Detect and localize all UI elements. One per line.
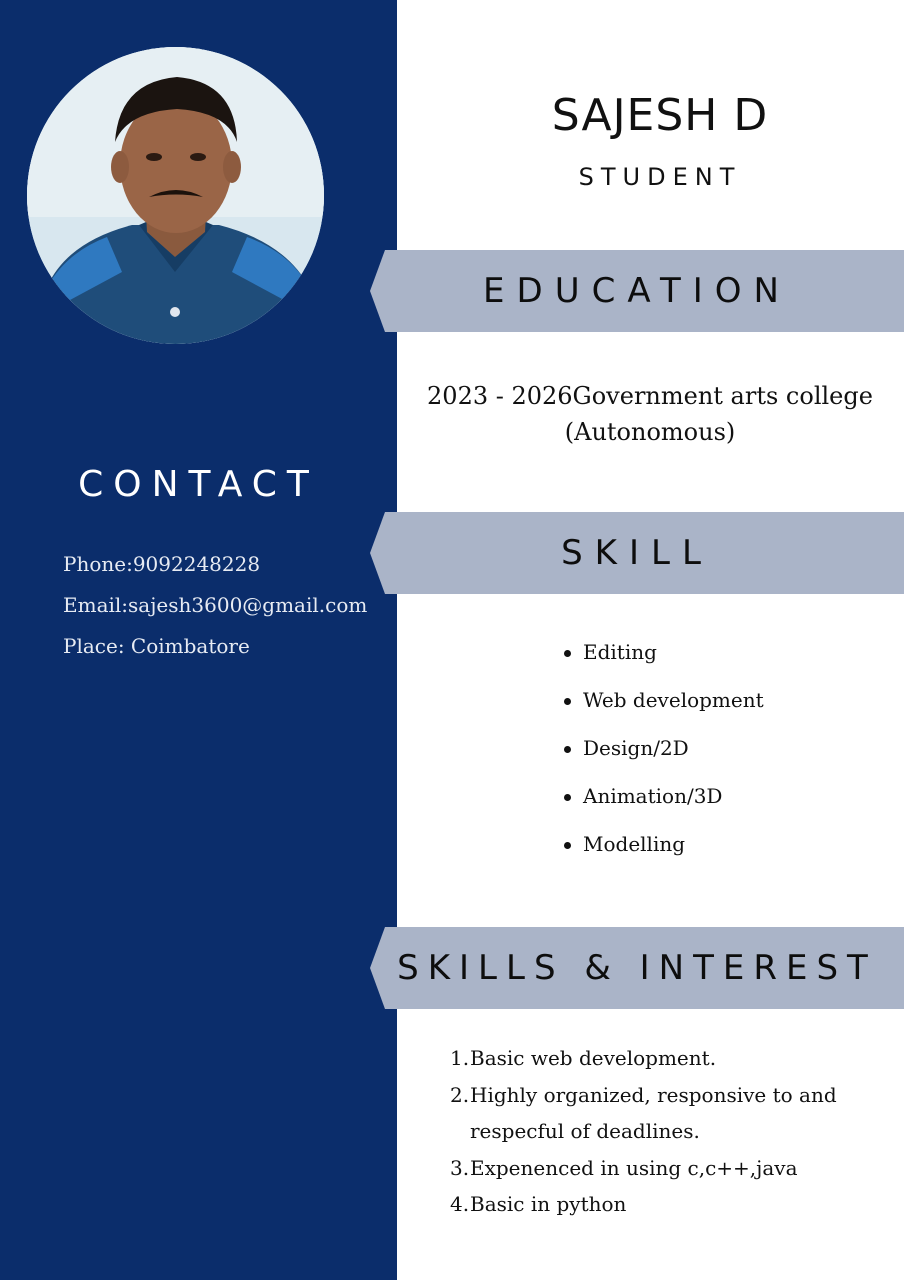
list-item: Editing	[564, 640, 764, 688]
list-item: 1. Basic web development.	[450, 1046, 717, 1070]
list-item: Animation/3D	[564, 784, 764, 832]
person-role: STUDENT	[578, 163, 742, 191]
list-item: Modelling	[564, 832, 764, 880]
list-item: 3. Expenenced in using c,c++,java	[450, 1155, 798, 1180]
education-line-2: (Autonomous)	[564, 418, 736, 446]
education-entry: 2023 - 2026Government arts college (Auto…	[410, 378, 890, 450]
list-item: 4. Basic in python	[450, 1192, 627, 1216]
contact-place: Place: Coimbatore	[63, 634, 250, 658]
contact-phone: Phone:9092248228	[63, 552, 261, 576]
bullet-icon	[564, 698, 571, 705]
bullet-icon	[564, 794, 571, 801]
person-name: SAJESH D	[551, 90, 769, 141]
bullet-icon	[564, 842, 571, 849]
list-item: Design/2D	[564, 736, 764, 784]
skill-list: Editing Web development Design/2D Animat…	[564, 640, 764, 880]
bullet-icon	[564, 650, 571, 657]
skills-interest-list: 1. Basic web development. 2. Highly orga…	[450, 1040, 890, 1223]
bullet-icon	[564, 746, 571, 753]
contact-email: Email:sajesh3600@gmail.com	[63, 593, 368, 617]
skills-interest-heading: SKILLS & INTEREST	[397, 948, 877, 988]
list-item: Web development	[564, 688, 764, 736]
list-item: 2. Highly organized, responsive to and r…	[450, 1082, 837, 1144]
skill-heading: SKILL	[561, 533, 713, 573]
education-line-1: 2023 - 2026Government arts college	[427, 382, 873, 410]
education-heading: EDUCATION	[483, 271, 791, 311]
profile-photo	[27, 47, 324, 344]
contact-heading: CONTACT	[78, 464, 319, 505]
